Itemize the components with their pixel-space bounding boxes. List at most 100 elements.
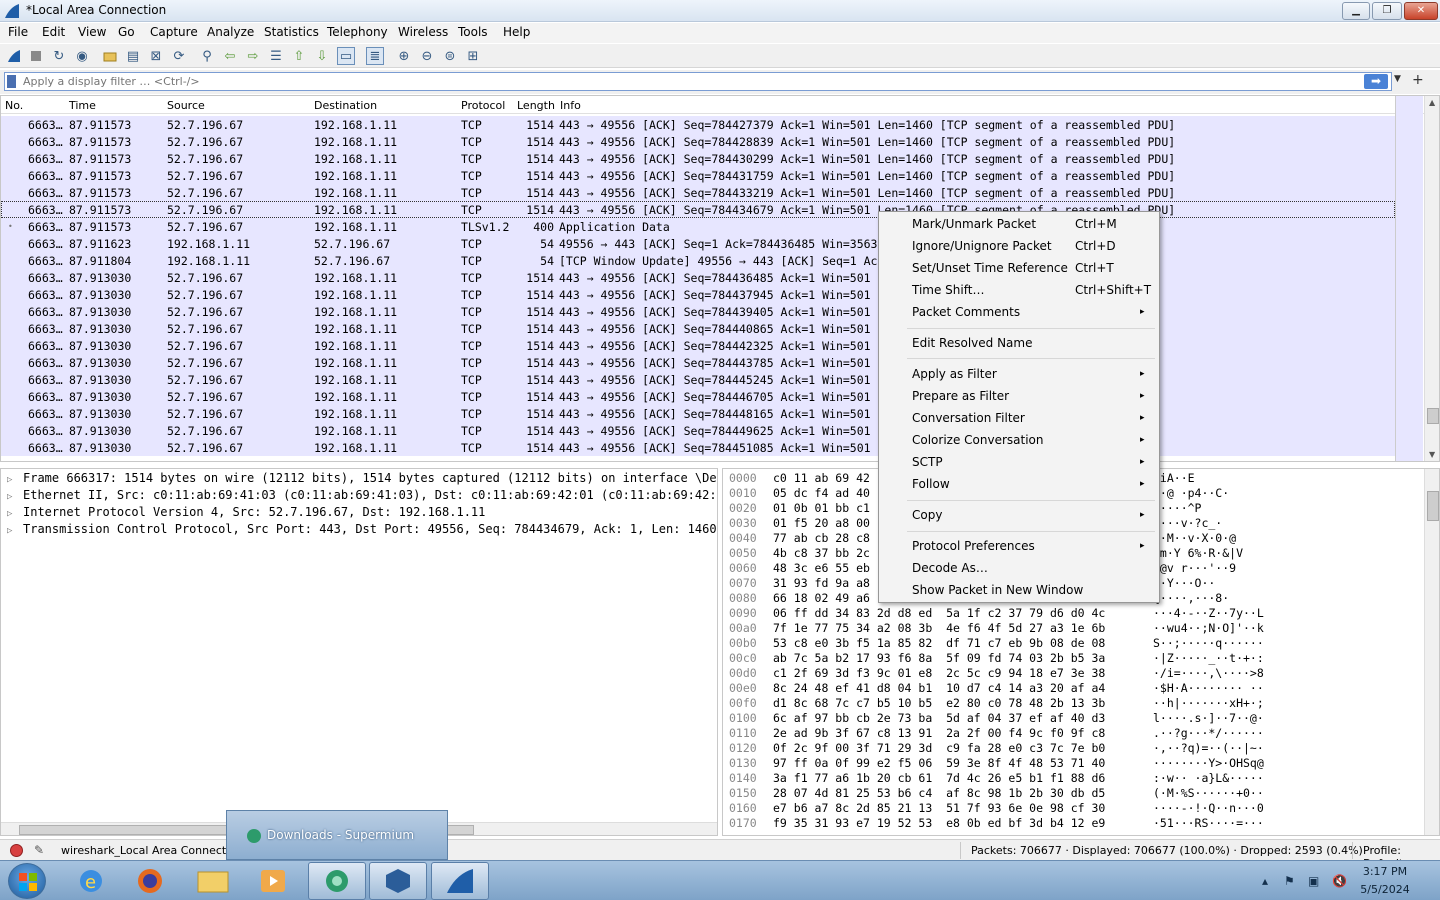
column-length[interactable]: Length xyxy=(517,99,555,112)
bytes-row[interactable]: 0140 3a f1 77 a6 1b 20 cb 61 7d 4c 26 e5 … xyxy=(729,771,1264,786)
packet-row[interactable]: 6663… 87.911573 52.7.196.67 192.168.1.11 TCP… xyxy=(1,184,1395,201)
packet-row[interactable]: 6663… 87.913030 52.7.196.67 192.168.1.11 TCP… xyxy=(1,388,1395,405)
bytes-row[interactable]: 0120 0f 2c 9f 00 3f 71 29 3d c9 fa 28 e0 … xyxy=(729,741,1264,756)
go-back-icon[interactable]: ⇦ xyxy=(221,47,239,65)
last-packet-icon[interactable]: ⇩ xyxy=(313,47,331,65)
bytes-row[interactable]: 0170 f9 35 31 93 e7 19 52 53 e8 0b ed bf … xyxy=(729,816,1264,831)
filter-bookmark-icon[interactable] xyxy=(7,75,16,88)
bytes-row[interactable]: 0110 2e ad 9b 3f 67 c8 13 91 2a 2f 00 f4 … xyxy=(729,726,1264,741)
bytes-row[interactable]: 0040 77 ab cb 28 c8 ··M··v·X·0·@ xyxy=(729,531,1236,546)
bytes-row[interactable]: 0150 28 07 4d 81 25 53 b6 c4 af 8c 98 1b … xyxy=(729,786,1264,801)
scroll-up-icon[interactable]: ▲ xyxy=(1429,98,1435,107)
zoom-in-icon[interactable]: ⊕ xyxy=(395,47,413,65)
go-to-packet-icon[interactable]: ☰ xyxy=(267,47,285,65)
bytes-row[interactable]: 0160 e7 b6 a7 8c 2d 85 21 13 51 7f 93 6e … xyxy=(729,801,1264,816)
menu-analyze[interactable]: Analyze xyxy=(207,25,254,39)
filter-history-dropdown-icon[interactable]: ▼ xyxy=(1394,74,1401,84)
packet-row[interactable]: 6663… 87.911573 52.7.196.67 192.168.1.11 TCP… xyxy=(1,150,1395,167)
menu-item-apply-as-filter[interactable]: Apply as Filter ▸ xyxy=(912,364,1152,384)
capture-comment-icon[interactable]: ✎ xyxy=(34,843,44,857)
bytes-row[interactable]: 00a0 7f 1e 77 75 34 a2 08 3b 4e f6 4f 5d … xyxy=(729,621,1264,636)
detail-frame[interactable]: ▷ Frame 666317: 1514 bytes on wire (12112… xyxy=(7,471,717,488)
taskbar-firefox-icon[interactable] xyxy=(121,862,179,900)
expand-arrow-icon[interactable]: ▷ xyxy=(7,526,23,536)
bytes-scrollbar[interactable] xyxy=(1424,469,1439,835)
taskbar-explorer-icon[interactable] xyxy=(184,862,242,900)
bytes-row[interactable]: 0030 01 f5 20 a8 00 ····v·?c_· xyxy=(729,516,1222,531)
menu-item-sctp[interactable]: SCTP ▸ xyxy=(912,452,1152,472)
capture-options-icon[interactable]: ◉ xyxy=(73,47,91,65)
packet-row[interactable]: 6663… 87.913030 52.7.196.67 192.168.1.11 TCP… xyxy=(1,303,1395,320)
menu-wireless[interactable]: Wireless xyxy=(398,25,448,39)
packet-list-minimap[interactable] xyxy=(1395,96,1423,461)
menu-item-conversation-filter[interactable]: Conversation Filter ▸ xyxy=(912,408,1152,428)
tray-flag-icon[interactable]: ⚑ xyxy=(1284,874,1295,888)
taskbar-thumbnail-popup[interactable]: Downloads - Supermium xyxy=(226,810,448,860)
packet-row[interactable]: 6663… 87.913030 52.7.196.67 192.168.1.11 TCP… xyxy=(1,269,1395,286)
expert-info-icon[interactable] xyxy=(10,844,23,857)
packet-row[interactable]: 6663… 87.911573 52.7.196.67 192.168.1.11 TLS… xyxy=(1,218,1395,235)
bytes-row[interactable]: 00b0 53 c8 e0 3b f5 1a 85 82 df 71 c7 eb … xyxy=(729,636,1264,651)
menu-telephony[interactable]: Telephony xyxy=(327,25,388,39)
colorize-icon[interactable]: ≣ xyxy=(366,47,384,65)
menu-item-protocol-preferences[interactable]: Protocol Preferences ▸ xyxy=(912,536,1152,556)
find-packet-icon[interactable]: ⚲ xyxy=(198,47,216,65)
packet-row[interactable]: 6663… 87.913030 52.7.196.67 192.168.1.11 TCP… xyxy=(1,439,1395,456)
bytes-row[interactable]: 0080 66 18 02 49 a6 {····,···8· xyxy=(729,591,1229,606)
menu-statistics[interactable]: Statistics xyxy=(264,25,319,39)
menu-edit[interactable]: Edit xyxy=(42,25,65,39)
bytes-row[interactable]: 0020 01 0b 01 bb c1 ·····^P xyxy=(729,501,1201,516)
autoscroll-icon[interactable]: ▭ xyxy=(337,47,355,65)
zoom-out-icon[interactable]: ⊖ xyxy=(418,47,436,65)
bytes-row[interactable]: 0070 31 93 fd 9a a8 ··Y···O·· xyxy=(729,576,1215,591)
start-button[interactable] xyxy=(8,863,46,899)
bytes-row[interactable]: 00e0 8c 24 48 ef 41 d8 04 b1 10 d7 c4 14 … xyxy=(729,681,1264,696)
menu-item-follow[interactable]: Follow ▸ xyxy=(912,474,1152,494)
bytes-row[interactable]: 0130 97 ff 0a 0f 99 e2 f5 06 59 3e 8f 4f … xyxy=(729,756,1264,771)
menu-item-show-packet-in-new-window[interactable]: Show Packet in New Window xyxy=(912,580,1152,600)
menu-help[interactable]: Help xyxy=(503,25,530,39)
packet-row-selected[interactable]: 6663… 87.911573 52.7.196.67 192.168.1.11 TCP… xyxy=(1,201,1395,218)
close-file-icon[interactable]: ⊠ xyxy=(147,47,165,65)
menu-item-set-unset-time-reference[interactable]: Set/Unset Time Reference Ctrl+T xyxy=(912,258,1152,278)
menu-item-colorize-conversation[interactable]: Colorize Conversation ▸ xyxy=(912,430,1152,450)
menu-item-time-shift[interactable]: Time Shift… Ctrl+Shift+T xyxy=(912,280,1152,300)
packet-row[interactable]: 6663… 87.911804 192.168.1.11 52.7.196.67 TCP… xyxy=(1,252,1395,269)
maximize-button[interactable]: ❐ xyxy=(1372,2,1402,20)
menu-item-copy[interactable]: Copy ▸ xyxy=(912,505,1152,525)
menu-item-prepare-as-filter[interactable]: Prepare as Filter ▸ xyxy=(912,386,1152,406)
first-packet-icon[interactable]: ⇧ xyxy=(290,47,308,65)
taskbar-media-player-icon[interactable] xyxy=(244,862,302,900)
bytes-row[interactable]: 00c0 ab 7c 5a b2 17 93 f6 8a 5f 09 fd 74 … xyxy=(729,651,1264,666)
column-time[interactable]: Time xyxy=(69,99,96,112)
packet-row[interactable]: 6663… 87.913030 52.7.196.67 192.168.1.11 TCP… xyxy=(1,405,1395,422)
menu-item-ignore-unignore-packet[interactable]: Ignore/Unignore Packet Ctrl+D xyxy=(912,236,1152,256)
menu-go[interactable]: Go xyxy=(118,25,135,39)
minimize-button[interactable]: ▁ xyxy=(1342,2,1370,20)
column-no[interactable]: No. xyxy=(5,99,23,112)
bytes-row[interactable]: 0000 c0 11 ab 69 42 ·iA··E xyxy=(729,471,1195,486)
apply-filter-arrow-icon[interactable]: ➡ xyxy=(1364,74,1388,89)
taskbar-ie-icon[interactable]: e xyxy=(62,862,120,900)
column-source[interactable]: Source xyxy=(167,99,205,112)
packet-row[interactable]: 6663… 87.913030 52.7.196.67 192.168.1.11 TCP… xyxy=(1,371,1395,388)
save-file-icon[interactable]: ▤ xyxy=(124,47,142,65)
detail-tcp[interactable]: ▷ Transmission Control Protocol, Src Port… xyxy=(7,522,717,539)
menu-item-edit-resolved-name[interactable]: Edit Resolved Name xyxy=(912,333,1152,353)
close-button[interactable]: ✕ xyxy=(1404,2,1438,20)
bytes-row[interactable]: 0050 4b c8 37 bb 2c ,m·Y 6%·R·&|V xyxy=(729,546,1243,561)
bytes-row[interactable]: 0060 48 3c e6 55 eb .@v r···'··9 xyxy=(729,561,1236,576)
reload-file-icon[interactable]: ⟳ xyxy=(170,47,188,65)
packet-row[interactable]: 6663… 87.913030 52.7.196.67 192.168.1.11 TCP… xyxy=(1,354,1395,371)
bytes-row[interactable]: 00d0 c1 2f 69 3d f3 9c 01 e8 2c 5c c9 94 … xyxy=(729,666,1264,681)
menu-file[interactable]: File xyxy=(8,25,28,39)
taskbar-supermium-icon[interactable] xyxy=(308,862,366,900)
tray-volume-muted-icon[interactable]: 🔇 xyxy=(1332,874,1347,888)
packet-row[interactable]: 6663… 87.911623 192.168.1.11 52.7.196.67 TCP… xyxy=(1,235,1395,252)
menu-capture[interactable]: Capture xyxy=(150,25,198,39)
zoom-normal-icon[interactable]: ⊜ xyxy=(441,47,459,65)
start-capture-icon[interactable] xyxy=(5,47,23,65)
menu-item-mark-unmark-packet[interactable]: Mark/Unmark Packet Ctrl+M xyxy=(912,214,1152,234)
packet-list-scroll-thumb[interactable] xyxy=(1427,408,1439,424)
expand-arrow-icon[interactable]: ▷ xyxy=(7,492,23,502)
